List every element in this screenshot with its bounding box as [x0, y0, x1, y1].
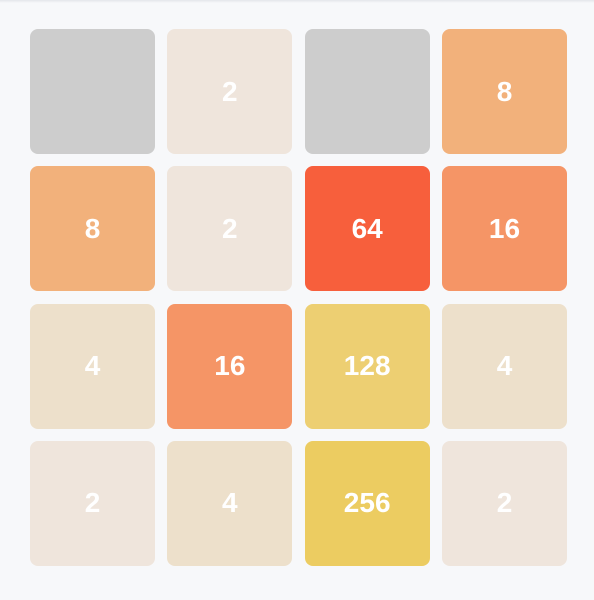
top-divider	[0, 0, 594, 3]
tile-r2-c2: 128	[304, 303, 430, 429]
tile-r0-c0	[30, 29, 155, 154]
tile-r1-c2: 64	[304, 166, 430, 292]
tile-r2-c3: 4	[441, 303, 567, 429]
tile-r0-c1: 2	[167, 29, 293, 154]
tile-r0-c2	[304, 29, 430, 154]
tile-r1-c3: 16	[441, 166, 567, 292]
tile-r3-c0: 2	[30, 440, 155, 566]
tile-r1-c0: 8	[30, 166, 155, 292]
tile-r2-c1: 16	[167, 303, 293, 429]
game-board: 2 8 8 2 64 16 4 16 128 4 2 4 256 2	[30, 29, 567, 566]
tile-r3-c1: 4	[167, 440, 293, 566]
tile-r3-c2: 256	[304, 440, 430, 566]
tile-r2-c0: 4	[30, 303, 155, 429]
tile-r0-c3: 8	[441, 29, 567, 154]
tile-r1-c1: 2	[167, 166, 293, 292]
tile-r3-c3: 2	[441, 440, 567, 566]
